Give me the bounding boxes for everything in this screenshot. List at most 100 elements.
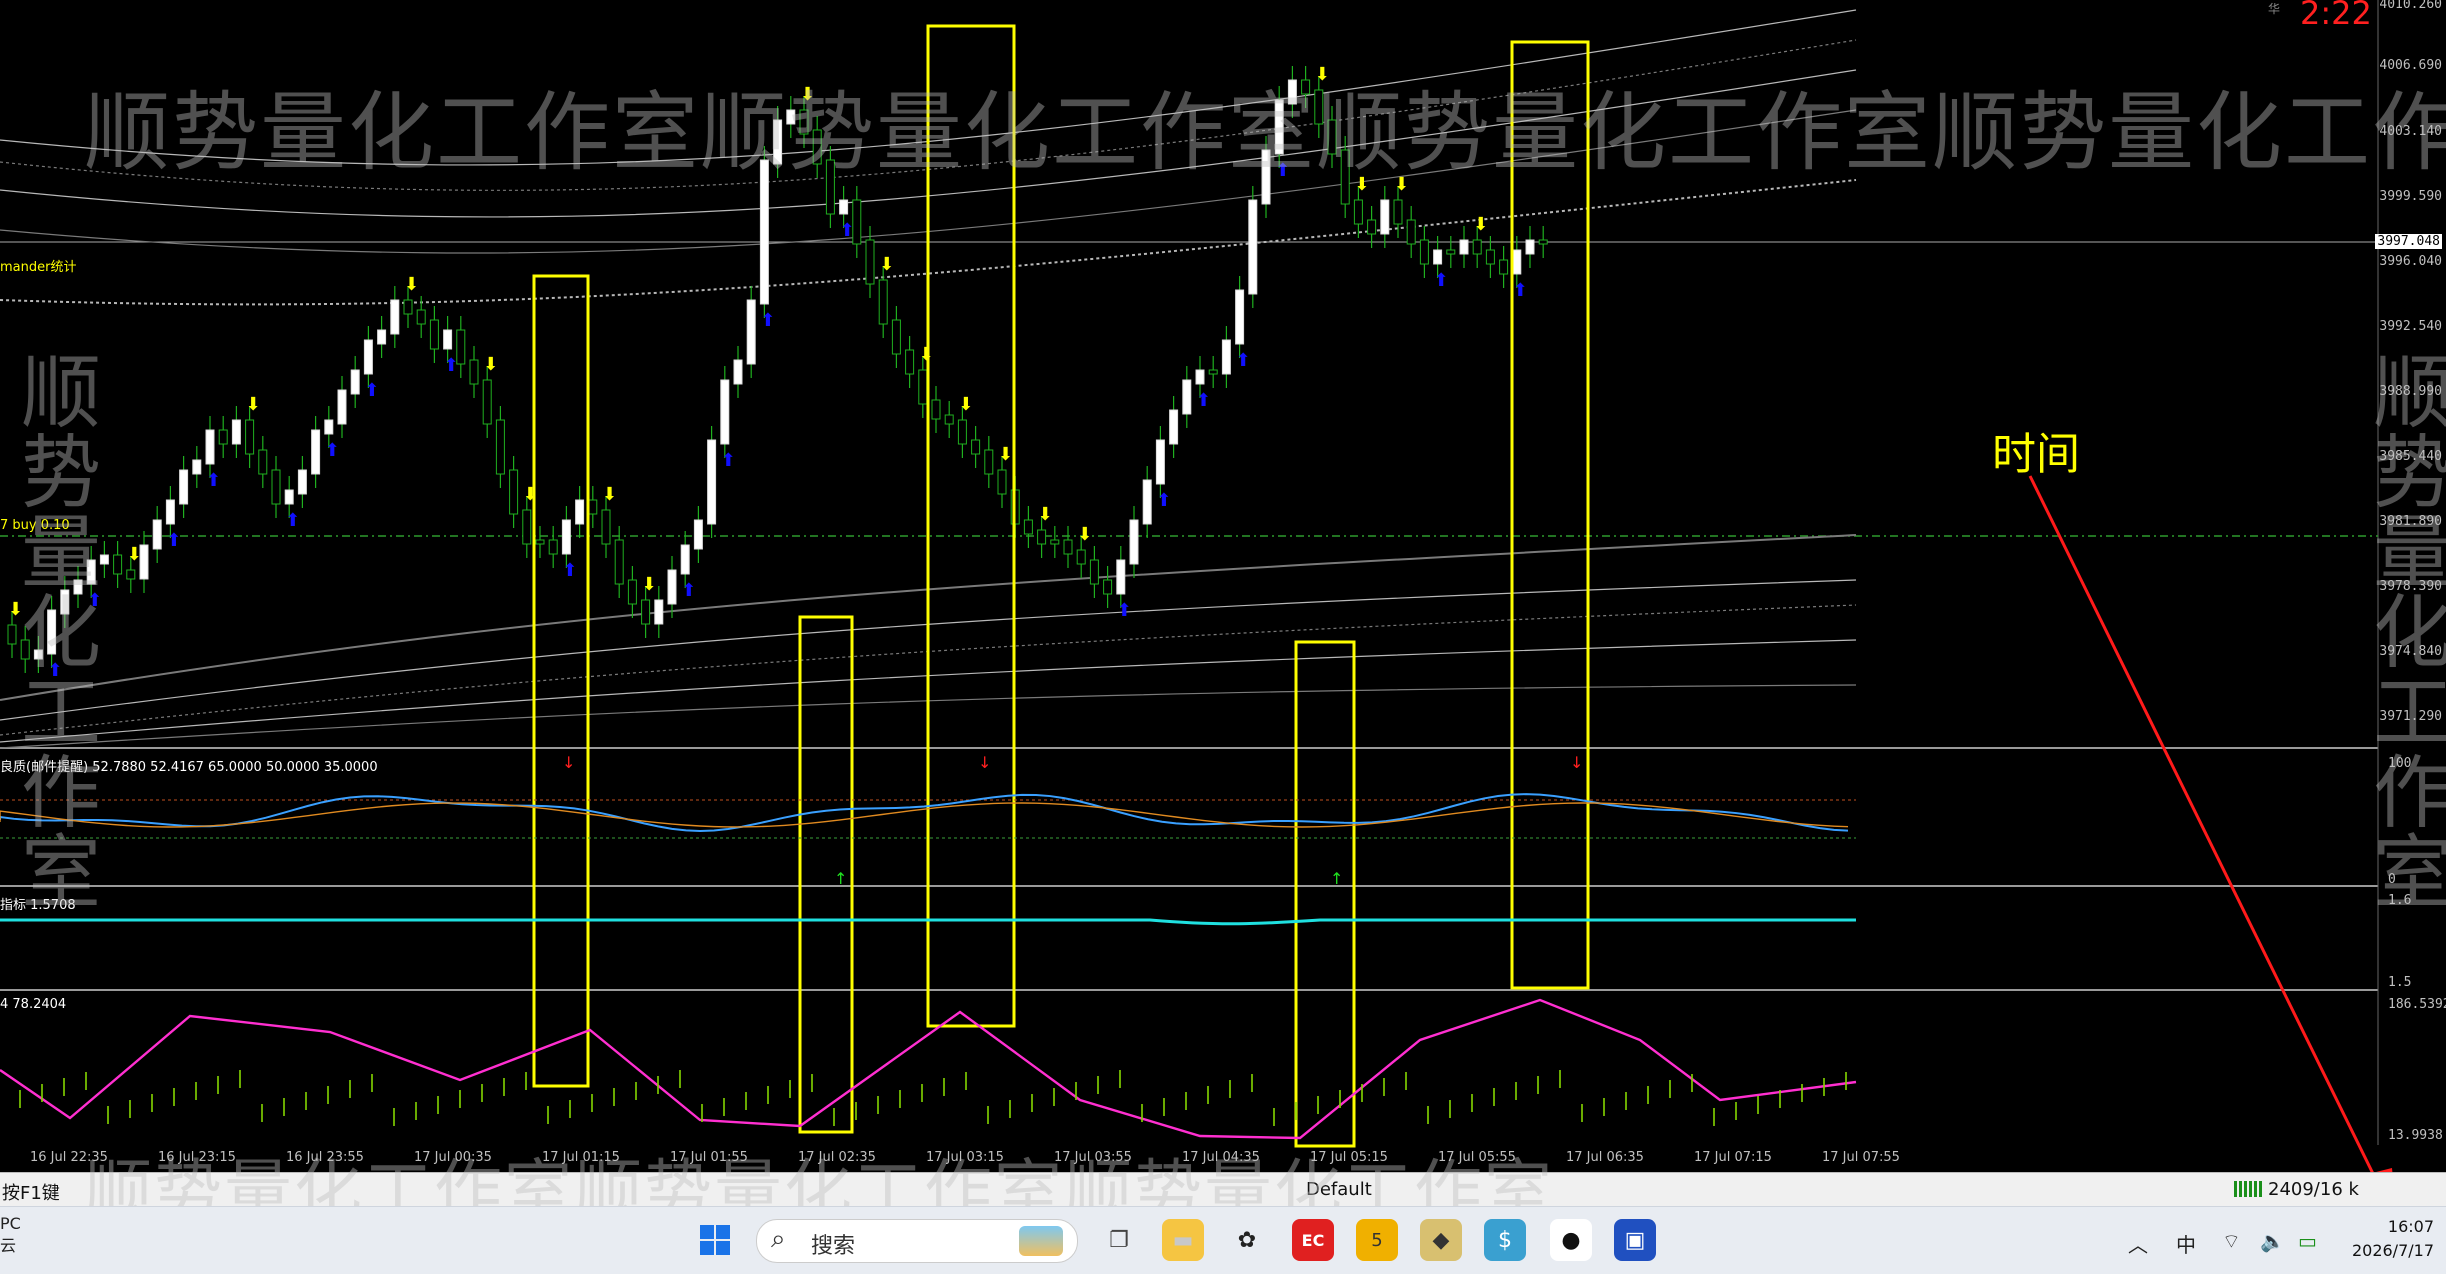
- signal-arrow: ⬆: [206, 470, 221, 491]
- candle-body: [601, 509, 611, 545]
- current-price-label: 3997.048: [2375, 234, 2442, 249]
- candle-body: [1063, 539, 1073, 555]
- candle-body: [746, 299, 756, 365]
- signal-arrow: ⬇: [1394, 174, 1409, 195]
- trade-app2-icon[interactable]: $: [1484, 1219, 1526, 1261]
- order-line-label: 7 buy 0.10: [0, 518, 70, 533]
- candle-body: [1287, 79, 1297, 105]
- candle-body: [1472, 239, 1482, 255]
- candle-body: [680, 544, 690, 575]
- candle-body: [733, 359, 743, 385]
- signal-arrow: ⬇: [1315, 64, 1330, 85]
- candle-body: [693, 519, 703, 550]
- candle-body: [984, 449, 994, 475]
- candle-body: [1393, 199, 1403, 225]
- signal-arrow: ⬇: [879, 254, 894, 275]
- signal-arrow: ⬇: [800, 84, 815, 105]
- signal-arrow: ⬆: [562, 560, 577, 581]
- time-tick: 17 Jul 05:55: [1438, 1150, 1516, 1165]
- sub2-axis-top: 1.6: [2388, 893, 2412, 908]
- weather-widget[interactable]: PC 云: [0, 1213, 21, 1257]
- signal-arrow: ⬆: [1117, 600, 1132, 621]
- battery-icon[interactable]: ▭: [2298, 1229, 2317, 1253]
- candle-body: [350, 369, 360, 395]
- signal-arrow: ⬆: [1236, 350, 1251, 371]
- candle-body: [812, 129, 822, 165]
- candle-body: [905, 349, 915, 375]
- candle-body: [1340, 149, 1350, 205]
- sub2-indicator-label: 指标 1.5708: [0, 898, 76, 913]
- candle-body: [1195, 369, 1205, 385]
- candle-body: [205, 429, 215, 465]
- taskbar-search[interactable]: ⌕ 搜索: [756, 1219, 1078, 1263]
- chatgpt-icon[interactable]: ✿: [1226, 1219, 1268, 1261]
- candle-body: [297, 469, 307, 495]
- candle-body: [73, 579, 83, 595]
- volume-icon[interactable]: 🔈: [2260, 1229, 2285, 1253]
- candle-body: [482, 379, 492, 425]
- chip-app-icon[interactable]: ▣: [1614, 1219, 1656, 1261]
- signal-arrow: ⬆: [1513, 280, 1528, 301]
- price-label: 3999.590: [2379, 189, 2442, 204]
- candle-body: [1037, 529, 1047, 545]
- file-explorer-icon[interactable]: ▬: [1162, 1219, 1204, 1261]
- candle-body: [1367, 219, 1377, 235]
- signal-arrow: ⬇: [602, 484, 617, 505]
- candle-body: [33, 649, 43, 660]
- signal-arrow: ⬆: [364, 380, 379, 401]
- time-tick: 17 Jul 07:55: [1822, 1150, 1900, 1165]
- time-tick: 16 Jul 23:15: [158, 1150, 236, 1165]
- tray-chevron-up-icon[interactable]: ︿: [2128, 1229, 2148, 1258]
- status-bar: 按F1键 Default 2409/16 k: [0, 1172, 2446, 1207]
- clock[interactable]: 16:07 2026/7/17: [2350, 1215, 2434, 1263]
- chart-canvas[interactable]: ⬇⬆⬆⬇⬆⬆⬇⬆⬆⬆⬇⬆ ⬇⬇⬆⬇⬇ ⬆⬆⬆⬇⬆⬇⬇⬇⬇⬇⬇⬆⬆⬆⬆⬆⬇⬇ ⬇⬆⬇⬆↓…: [0, 0, 2446, 1172]
- candle-body: [1208, 369, 1218, 375]
- signal-arrow: ⬆: [681, 580, 696, 601]
- windows-icon: [700, 1225, 730, 1255]
- annotation-text: 时间: [1992, 429, 2080, 480]
- candle-body: [443, 329, 453, 350]
- wifi-icon[interactable]: ⌔: [2222, 1229, 2241, 1254]
- price-label: 3981.890: [2379, 514, 2442, 529]
- candle-body: [786, 109, 796, 125]
- oscillator-arrow: ↓: [562, 753, 575, 772]
- oscillator-arrow: ↓: [978, 753, 991, 772]
- candle-body: [1525, 239, 1535, 255]
- candle-body: [509, 469, 519, 515]
- main-indicator-label: mander统计: [0, 260, 77, 275]
- candle-body: [377, 329, 387, 345]
- time-tick: 17 Jul 01:55: [670, 1150, 748, 1165]
- candle-body: [891, 319, 901, 355]
- status-profile[interactable]: Default: [1306, 1179, 1372, 1200]
- time-tick: 17 Jul 01:15: [542, 1150, 620, 1165]
- candle-body: [918, 369, 928, 405]
- task-view-icon[interactable]: ❐: [1098, 1219, 1140, 1261]
- candle-body: [1248, 199, 1258, 295]
- trade-app-icon[interactable]: ◆: [1420, 1219, 1462, 1261]
- signal-arrow: ⬆: [166, 530, 181, 551]
- time-tick: 16 Jul 22:35: [30, 1150, 108, 1165]
- candle-body: [284, 489, 294, 505]
- signal-arrow: ⬆: [1156, 490, 1171, 511]
- signal-arrow: ⬇: [8, 599, 23, 620]
- candle-body: [627, 579, 637, 605]
- candle-body: [799, 109, 809, 135]
- candle-body: [1076, 549, 1086, 565]
- ec-app-icon[interactable]: EC: [1292, 1219, 1334, 1261]
- price-label: 3996.040: [2379, 254, 2442, 269]
- mt-app-icon[interactable]: 5: [1356, 1219, 1398, 1261]
- start-button[interactable]: [694, 1219, 736, 1261]
- candle-body: [1103, 579, 1113, 595]
- price-label: 4006.690: [2379, 58, 2442, 73]
- price-label: 3985.440: [2379, 449, 2442, 464]
- ime-indicator[interactable]: 中: [2176, 1229, 2196, 1258]
- candle-body: [60, 589, 70, 615]
- qq-icon[interactable]: ●: [1550, 1219, 1592, 1261]
- candle-body: [575, 499, 585, 525]
- candle-body: [588, 499, 598, 515]
- time-tick: 17 Jul 02:35: [798, 1150, 876, 1165]
- candle-body: [825, 159, 835, 215]
- candle-body: [429, 319, 439, 350]
- time-tick: 17 Jul 03:15: [926, 1150, 1004, 1165]
- candle-body: [852, 199, 862, 245]
